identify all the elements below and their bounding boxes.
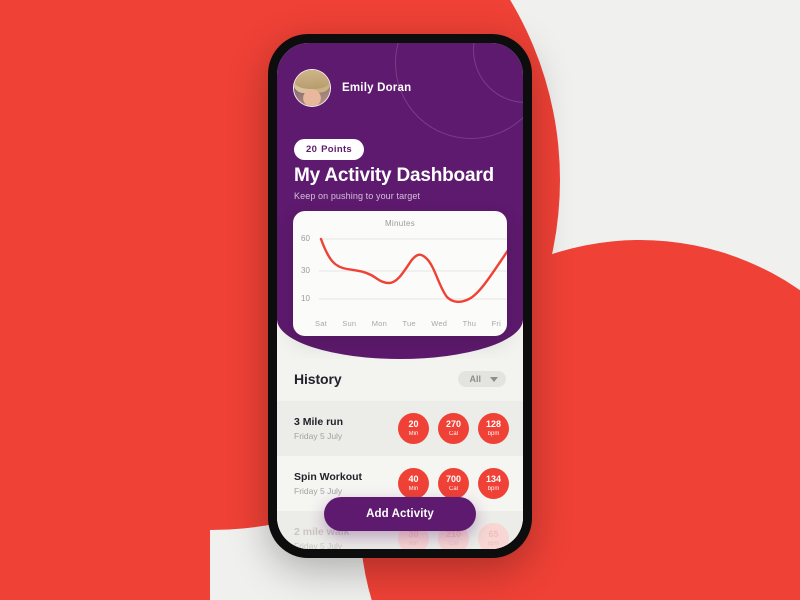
stat-value: 270 xyxy=(445,419,462,429)
points-label: Points xyxy=(321,144,353,155)
stat-unit: Cal xyxy=(448,431,458,437)
stat-value: 700 xyxy=(445,474,462,484)
stat-value: 65 xyxy=(488,529,499,539)
stat-unit: bpm xyxy=(487,431,500,437)
stat-badge-bpm: 128 bpm xyxy=(478,413,509,444)
stat-value: 134 xyxy=(485,474,502,484)
points-value: 20 xyxy=(306,144,318,155)
x-tick-wed: Wed xyxy=(431,319,448,328)
phone-frame: Emily Doran 20 Points My Activity Dashbo… xyxy=(268,34,532,558)
chevron-down-icon xyxy=(490,376,498,382)
add-activity-button[interactable]: Add Activity xyxy=(324,497,476,531)
activity-stats: 40 Min 700 Cal 134 bpm xyxy=(398,468,509,499)
stat-unit: bpm xyxy=(487,541,500,547)
history-section: History All 3 Mile run Friday 5 July 20 … xyxy=(277,359,523,549)
stat-badge-minutes: 40 Min xyxy=(398,468,429,499)
page-subtitle: Keep on pushing to your target xyxy=(294,191,421,201)
table-row[interactable]: 3 Mile run Friday 5 July 20 Min 270 Cal xyxy=(277,401,523,456)
x-tick-sat: Sat xyxy=(315,319,327,328)
stat-badge-minutes: 20 Min xyxy=(398,413,429,444)
y-axis-label-10: 10 xyxy=(301,294,310,303)
stat-value: 128 xyxy=(485,419,502,429)
activity-name: Spin Workout xyxy=(294,471,363,483)
stat-unit: Cal xyxy=(448,486,458,492)
y-axis-label-60: 60 xyxy=(301,234,310,243)
canvas: Emily Doran 20 Points My Activity Dashbo… xyxy=(0,0,800,600)
history-heading: History xyxy=(294,371,342,387)
stat-value: 30 xyxy=(408,529,419,539)
avatar-hair-shape xyxy=(294,70,330,89)
phone-screen: Emily Doran 20 Points My Activity Dashbo… xyxy=(277,43,523,549)
x-tick-mon: Mon xyxy=(371,319,387,328)
stat-unit: bpm xyxy=(487,486,500,492)
stat-badge-calories: 270 Cal xyxy=(438,413,469,444)
x-tick-thu: Thu xyxy=(462,319,477,328)
stat-unit: Min xyxy=(408,541,419,547)
chart-title: Minutes xyxy=(384,219,416,228)
x-tick-fri: Fri xyxy=(491,319,501,328)
activity-date: Friday 5 July xyxy=(294,541,343,549)
stat-badge-calories: 700 Cal xyxy=(438,468,469,499)
y-axis-label-30: 30 xyxy=(301,266,310,275)
x-tick-sun: Sun xyxy=(342,319,357,328)
chart-svg xyxy=(319,237,507,303)
stat-badge-bpm: 65 bpm xyxy=(478,523,509,549)
page-title: My Activity Dashboard xyxy=(294,165,494,186)
history-row-text: 3 Mile run Friday 5 July xyxy=(294,416,398,441)
stat-value: 210 xyxy=(445,529,462,539)
activity-chart-card[interactable]: Minutes 60 30 10 Sat Sun Mon Tue Wed Thu… xyxy=(293,211,507,336)
history-filter-label: All xyxy=(469,374,481,384)
history-row-text: Spin Workout Friday 5 July xyxy=(294,471,398,496)
activity-date: Friday 5 July xyxy=(294,431,343,441)
activity-name: 3 Mile run xyxy=(294,416,344,428)
x-tick-tue: Tue xyxy=(402,319,416,328)
profile-block[interactable]: Emily Doran xyxy=(293,69,411,107)
chart-line-series xyxy=(319,237,507,303)
x-axis-labels: Sat Sun Mon Tue Wed Thu Fri xyxy=(315,319,501,328)
stat-value: 20 xyxy=(408,419,419,429)
chart-plot-area: 60 30 10 xyxy=(293,231,507,311)
stat-value: 40 xyxy=(408,474,419,484)
stat-unit: Cal xyxy=(448,541,458,547)
stat-unit: Min xyxy=(408,431,419,437)
activity-stats: 20 Min 270 Cal 128 bpm xyxy=(398,413,509,444)
history-filter-dropdown[interactable]: All xyxy=(458,371,506,387)
user-name: Emily Doran xyxy=(342,82,412,94)
stat-unit: Min xyxy=(408,486,419,492)
points-badge: 20 Points xyxy=(294,139,365,160)
activity-date: Friday 5 July xyxy=(294,486,343,496)
stat-badge-bpm: 134 bpm xyxy=(478,468,509,499)
avatar[interactable] xyxy=(293,69,331,107)
